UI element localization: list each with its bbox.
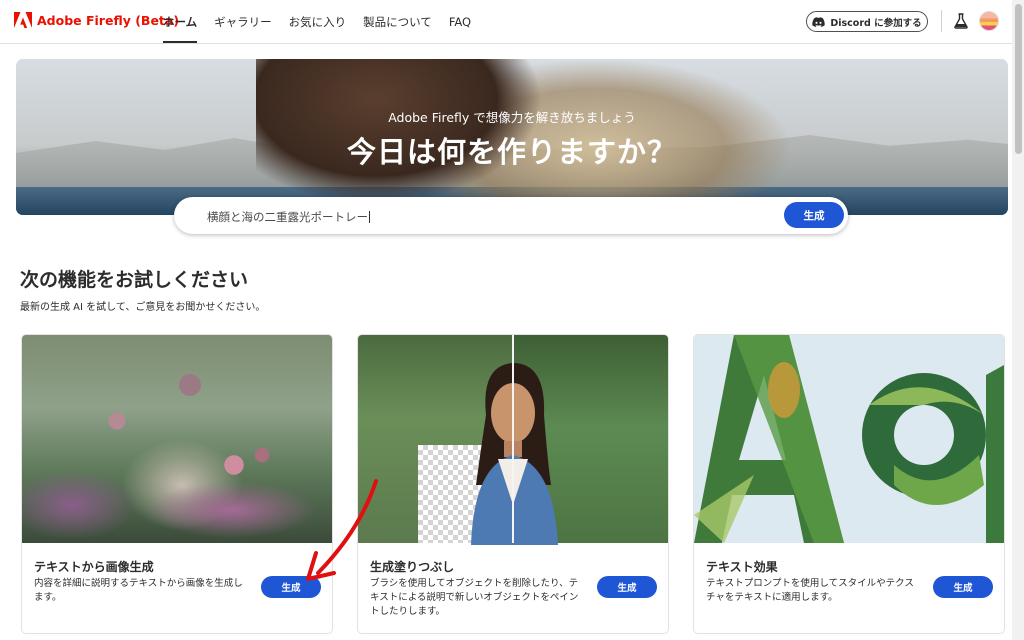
before-after-divider [512,335,514,543]
scrollbar[interactable] [1012,0,1024,640]
hero-banner: Adobe Firefly で想像力を解き放ちましょう 今日は何を作りますか？ [16,59,1008,215]
card-description: ブラシを使用してオブジェクトを削除したり、テキストによる説明で新しいオブジェクト… [370,578,579,617]
prompt-input[interactable]: 横顔と海の二重露光ポートレー [207,209,370,225]
card-description: テキストプロンプトを使用してスタイルやテクスチャをテキストに適用します。 [706,578,914,603]
nav-home[interactable]: ホーム [163,0,198,43]
top-navigation-bar: Adobe Firefly (Beta) ホーム ギャラリー お気に入り 製品に… [0,0,1024,44]
flask-icon[interactable] [953,13,969,29]
card-description: 内容を詳細に説明するテキストから画像を生成します。 [34,578,243,603]
logo-text: Adobe Firefly (Beta) [37,13,180,28]
section-title: 次の機能をお試しください [20,269,249,291]
section-subtitle: 最新の生成 AI を試して、ご意見をお聞かせください。 [20,302,266,313]
annotation-arrow-icon [306,479,378,581]
leaf-letters-art [694,335,1004,543]
card-generate-button[interactable]: 生成 [597,576,657,598]
scrollbar-thumb[interactable] [1015,4,1022,154]
card-title: テキスト効果 [706,560,778,574]
card-image-fantasy-garden [22,335,332,543]
nav-faq[interactable]: FAQ [449,0,471,43]
adobe-firefly-logo[interactable]: Adobe Firefly (Beta) [14,12,179,29]
discord-label: Discord に参加する [830,17,922,29]
discord-icon [812,16,826,27]
card-text-to-image[interactable]: テキストから画像生成 内容を詳細に説明するテキストから画像を生成します。 生成 [21,334,333,634]
card-generative-fill[interactable]: 生成塗りつぶし ブラシを使用してオブジェクトを削除したり、テキストによる説明で新… [357,334,669,634]
card-generate-button[interactable]: 生成 [933,576,993,598]
hero-subtitle: Adobe Firefly で想像力を解き放ちましょう [388,110,636,125]
card-image-portrait-fill [358,335,668,545]
nav-favorites[interactable]: お気に入り [289,0,347,43]
card-text-effects[interactable]: テキスト効果 テキストプロンプトを使用してスタイルやテクスチャをテキストに適用し… [693,334,1005,634]
nav-about[interactable]: 製品について [363,0,432,43]
hero-title: 今日は何を作りますか？ [346,135,677,169]
header-divider [941,10,942,32]
generate-button[interactable]: 生成 [784,202,844,228]
prompt-search-bar: 横顔と海の二重露光ポートレー 生成 [174,197,848,234]
adobe-logo-icon [14,12,32,28]
card-title: テキストから画像生成 [34,560,154,574]
avatar[interactable] [979,11,999,31]
card-image-leaf-letters [694,335,1004,543]
discord-join-button[interactable]: Discord に参加する [806,11,928,32]
main-nav: ホーム ギャラリー お気に入り 製品について FAQ [163,0,488,43]
nav-gallery[interactable]: ギャラリー [214,0,272,43]
